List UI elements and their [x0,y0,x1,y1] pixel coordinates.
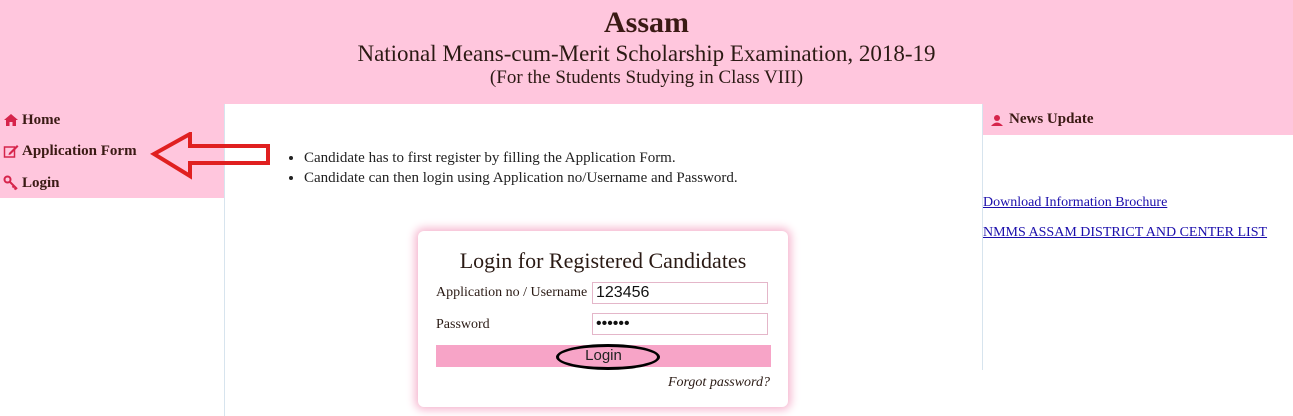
login-button[interactable]: Login [436,345,771,367]
password-label: Password [436,317,490,332]
news-header: News Update [983,104,1293,135]
sidebar-item-home[interactable]: Home [3,109,60,131]
home-icon [3,112,19,128]
sidebar-item-label: Login [22,174,60,191]
district-center-list-link[interactable]: NMMS ASSAM DISTRICT AND CENTER LIST [983,225,1267,241]
news-icon [989,112,1005,128]
page-header: Assam National Means-cum-Merit Scholarsh… [0,0,1293,104]
sidebar-item-label: Application Form [22,142,137,159]
edit-icon [3,143,19,159]
sidebar-item-login[interactable]: Login [3,172,60,194]
download-brochure-link[interactable]: Download Information Brochure [983,195,1167,211]
sidebar-item-application-form[interactable]: Application Form [3,140,137,162]
instruction-item: Candidate can then login using Applicati… [304,168,738,188]
password-input[interactable] [592,313,768,335]
forgot-password-link[interactable]: Forgot password? [668,375,770,391]
sidebar-item-label: Home [22,111,61,128]
page-subtitle-class: (For the Students Studying in Class VIII… [489,67,804,88]
login-title: Login for Registered Candidates [459,248,747,273]
login-panel: Login for Registered Candidates Applicat… [418,231,788,407]
page-title: Assam [603,6,689,39]
username-input[interactable] [592,282,768,304]
instruction-item: Candidate has to first register by filli… [304,148,738,168]
username-label: Application no / Username [436,285,588,300]
red-arrow-annotation [150,132,270,180]
key-icon [3,175,19,191]
instructions: Candidate has to first register by filli… [288,148,738,188]
page-subtitle: National Means-cum-Merit Scholarship Exa… [357,41,936,66]
news-heading: News Update [1009,111,1094,127]
